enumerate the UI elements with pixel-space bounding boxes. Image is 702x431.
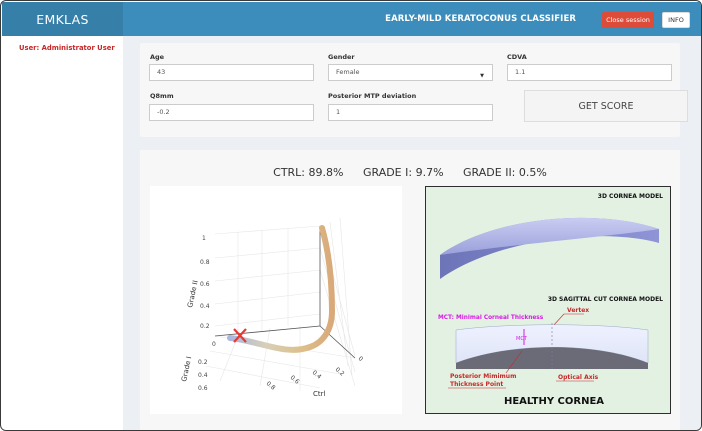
results-panel: CTRL: 89.8% GRADE I: 9.7% GRADE II: 0.5% bbox=[140, 150, 680, 430]
plot-svg: 1 0.8 0.6 0.4 0.2 0 Grade II 0.2 0.4 0.6… bbox=[180, 217, 365, 398]
z-tick: 0.6 bbox=[200, 281, 210, 288]
sidebar: User: Administrator User bbox=[2, 36, 123, 430]
optical-axis-label: Optical Axis bbox=[558, 374, 599, 381]
info-button[interactable]: INFO bbox=[662, 12, 690, 28]
grade2-score: GRADE II: 0.5% bbox=[463, 166, 547, 179]
mct-short-label: MCT bbox=[516, 336, 528, 342]
mct-label: MCT: Minimal Corneal Thickness bbox=[438, 315, 544, 321]
vertex-label: Vertex bbox=[567, 307, 589, 314]
grade1-score: GRADE I: 9.7% bbox=[362, 166, 444, 179]
sagittal-title: 3D SAGITTAL CUT CORNEA MODEL bbox=[548, 296, 663, 303]
posterior-label-line1: Posterior Mimimum bbox=[450, 373, 516, 380]
z-tick: 0.8 bbox=[200, 259, 210, 266]
y-tick: 0.6 bbox=[198, 385, 208, 392]
x-tick: 0.2 bbox=[334, 366, 346, 378]
app-window: EMKLAS EARLY-MILD KERATOCONUS CLASSIFIER… bbox=[0, 0, 702, 431]
gender-select[interactable]: Female ▼ bbox=[328, 64, 493, 81]
healthy-cornea-label: HEALTHY CORNEA bbox=[504, 396, 604, 407]
x-tick: 0.8 bbox=[265, 380, 277, 392]
z-axis-label: Grade II bbox=[186, 280, 200, 309]
get-score-button[interactable]: GET SCORE bbox=[524, 90, 688, 122]
z-tick: 0.4 bbox=[200, 303, 210, 310]
top-bar: EARLY-MILD KERATOCONUS CLASSIFIER Close … bbox=[123, 2, 701, 36]
model-3d-title: 3D CORNEA MODEL bbox=[598, 193, 663, 200]
input-form: Age 43 Gender Female ▼ CDVA 1.1 Q8mm -0.… bbox=[140, 43, 688, 137]
cornea-model-panel: 3D CORNEA MODEL 3D SAGITTAL CUT CORNEA M… bbox=[425, 186, 671, 414]
close-session-button[interactable]: Close session bbox=[602, 12, 654, 28]
cornea-svg: 3D CORNEA MODEL 3D SAGITTAL CUT CORNEA M… bbox=[438, 193, 663, 407]
cdva-label: CDVA bbox=[507, 53, 527, 61]
z-tick: 1 bbox=[202, 235, 206, 242]
ctrl-score: CTRL: 89.8% bbox=[273, 166, 344, 179]
gender-label: Gender bbox=[328, 53, 355, 61]
y-tick: 0.2 bbox=[198, 359, 208, 366]
z-tick: 0.2 bbox=[200, 323, 210, 330]
posterior-label-line2: Thickness Point bbox=[450, 381, 503, 388]
q8mm-input[interactable]: -0.2 bbox=[149, 104, 314, 121]
user-label: User: Administrator User bbox=[19, 44, 115, 52]
cdva-input[interactable]: 1.1 bbox=[507, 64, 672, 81]
3d-scatter-plot[interactable]: 1 0.8 0.6 0.4 0.2 0 Grade II 0.2 0.4 0.6… bbox=[150, 186, 402, 414]
sagittal-cornea-model bbox=[455, 323, 649, 369]
q8mm-label: Q8mm bbox=[150, 92, 174, 100]
x-tick: 0 bbox=[357, 355, 365, 363]
age-label: Age bbox=[150, 53, 165, 61]
caret-down-icon: ▼ bbox=[480, 73, 484, 79]
score-summary: CTRL: 89.8% GRADE I: 9.7% GRADE II: 0.5% bbox=[140, 166, 680, 179]
y-tick: 0.4 bbox=[198, 372, 208, 379]
y-axis-label: Grade I bbox=[180, 356, 193, 383]
gender-value: Female bbox=[336, 68, 360, 76]
age-input[interactable]: 43 bbox=[149, 64, 314, 81]
3d-cornea-model bbox=[440, 217, 659, 279]
mtp-label: Posterior MTP deviation bbox=[328, 92, 417, 100]
prediction-trajectory bbox=[227, 225, 336, 353]
z-tick: 0 bbox=[212, 341, 216, 348]
x-axis-label: Ctrl bbox=[313, 390, 326, 398]
app-brand[interactable]: EMKLAS bbox=[2, 2, 123, 36]
main-content: Age 43 Gender Female ▼ CDVA 1.1 Q8mm -0.… bbox=[123, 36, 701, 430]
app-title: EARLY-MILD KERATOCONUS CLASSIFIER bbox=[385, 14, 576, 24]
mtp-input[interactable]: 1 bbox=[328, 104, 493, 121]
